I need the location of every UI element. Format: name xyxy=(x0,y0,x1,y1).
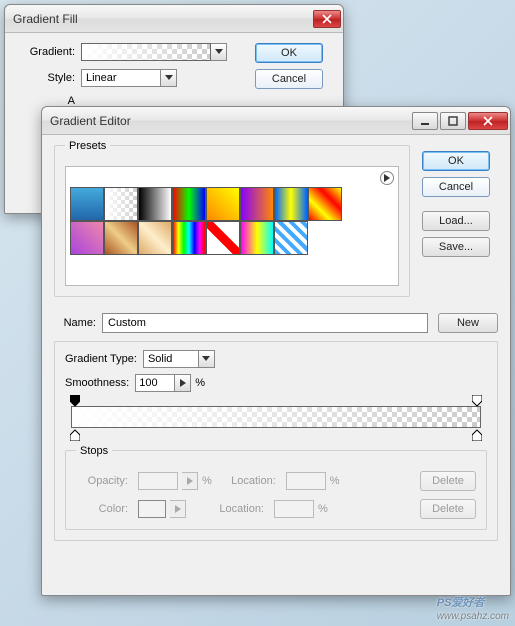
window-title: Gradient Fill xyxy=(13,12,311,26)
flyout-menu-icon[interactable] xyxy=(380,171,394,185)
gradient-type-select[interactable]: Solid xyxy=(143,350,215,368)
style-label: Style: xyxy=(17,72,75,84)
smoothness-label: Smoothness: xyxy=(65,377,129,389)
presets-legend: Presets xyxy=(65,140,110,152)
location-label: Location: xyxy=(216,475,276,487)
opacity-input xyxy=(138,472,178,490)
color-stepper xyxy=(170,500,186,518)
gradient-picker[interactable] xyxy=(81,43,227,61)
preset-swatch[interactable] xyxy=(274,221,308,255)
smoothness-input[interactable]: 100 xyxy=(135,374,175,392)
preset-swatch[interactable] xyxy=(104,221,138,255)
maximize-button[interactable] xyxy=(440,112,466,130)
gradient-bar[interactable] xyxy=(71,406,481,428)
style-select[interactable]: Linear xyxy=(81,69,177,87)
color-stop-left[interactable] xyxy=(70,429,80,439)
presets-fieldset: Presets xyxy=(54,145,410,297)
delete-opacity-stop-button: Delete xyxy=(420,471,476,491)
preset-swatch[interactable] xyxy=(240,187,274,221)
gradient-preview xyxy=(81,43,211,61)
gradient-label: Gradient: xyxy=(17,46,75,58)
save-button[interactable]: Save... xyxy=(422,237,490,257)
name-label: Name: xyxy=(54,317,96,329)
preset-swatch[interactable] xyxy=(138,221,172,255)
opacity-label: Opacity: xyxy=(76,475,128,487)
preset-swatch[interactable] xyxy=(274,187,308,221)
name-input[interactable] xyxy=(102,313,428,333)
preset-swatch[interactable] xyxy=(70,221,104,255)
gradient-settings-fieldset: Gradient Type: Solid Smoothness: 100 % xyxy=(54,341,498,541)
preset-swatch[interactable] xyxy=(206,187,240,221)
color-swatch xyxy=(138,500,166,518)
preset-swatch[interactable] xyxy=(308,187,342,221)
preset-swatch[interactable] xyxy=(104,187,138,221)
percent-label: % xyxy=(318,503,328,515)
presets-box xyxy=(65,166,399,286)
ok-button[interactable]: OK xyxy=(255,43,323,63)
new-button[interactable]: New xyxy=(438,313,498,333)
chevron-down-icon[interactable] xyxy=(199,350,215,368)
cancel-button[interactable]: Cancel xyxy=(255,69,323,89)
percent-label: % xyxy=(195,377,205,389)
preset-grid xyxy=(70,187,350,255)
ok-button[interactable]: OK xyxy=(422,151,490,171)
smoothness-stepper[interactable] xyxy=(175,374,191,392)
opacity-stop-right[interactable] xyxy=(472,395,482,405)
preset-swatch[interactable] xyxy=(138,187,172,221)
load-button[interactable]: Load... xyxy=(422,211,490,231)
minimize-button[interactable] xyxy=(412,112,438,130)
opacity-stop-left[interactable] xyxy=(70,395,80,405)
preset-swatch[interactable] xyxy=(240,221,274,255)
percent-label: % xyxy=(330,475,340,487)
gradient-editor-window: Gradient Editor Presets xyxy=(41,106,511,596)
color-stop-right[interactable] xyxy=(472,429,482,439)
window-title: Gradient Editor xyxy=(50,114,410,128)
stops-legend: Stops xyxy=(76,445,112,457)
preset-swatch[interactable] xyxy=(70,187,104,221)
gradient-type-value: Solid xyxy=(143,350,199,368)
location-label: Location: xyxy=(204,503,264,515)
preset-swatch[interactable] xyxy=(172,187,206,221)
titlebar[interactable]: Gradient Editor xyxy=(42,107,510,135)
preset-swatch[interactable] xyxy=(172,221,206,255)
style-value: Linear xyxy=(81,69,161,87)
stops-fieldset: Stops Opacity: % Location: % Delete Colo… xyxy=(65,450,487,530)
percent-label: % xyxy=(202,475,212,487)
close-button[interactable] xyxy=(468,112,508,130)
chevron-down-icon[interactable] xyxy=(161,69,177,87)
delete-color-stop-button: Delete xyxy=(420,499,476,519)
opacity-location-input xyxy=(286,472,326,490)
gradient-type-label: Gradient Type: xyxy=(65,353,137,365)
opacity-stepper xyxy=(182,472,198,490)
color-location-input xyxy=(274,500,314,518)
cancel-button[interactable]: Cancel xyxy=(422,177,490,197)
preset-swatch[interactable] xyxy=(206,221,240,255)
watermark: PS爱好者 www.psahz.com xyxy=(437,590,509,622)
chevron-down-icon[interactable] xyxy=(211,43,227,61)
color-label: Color: xyxy=(76,503,128,515)
close-button[interactable] xyxy=(313,10,341,28)
titlebar[interactable]: Gradient Fill xyxy=(5,5,343,33)
